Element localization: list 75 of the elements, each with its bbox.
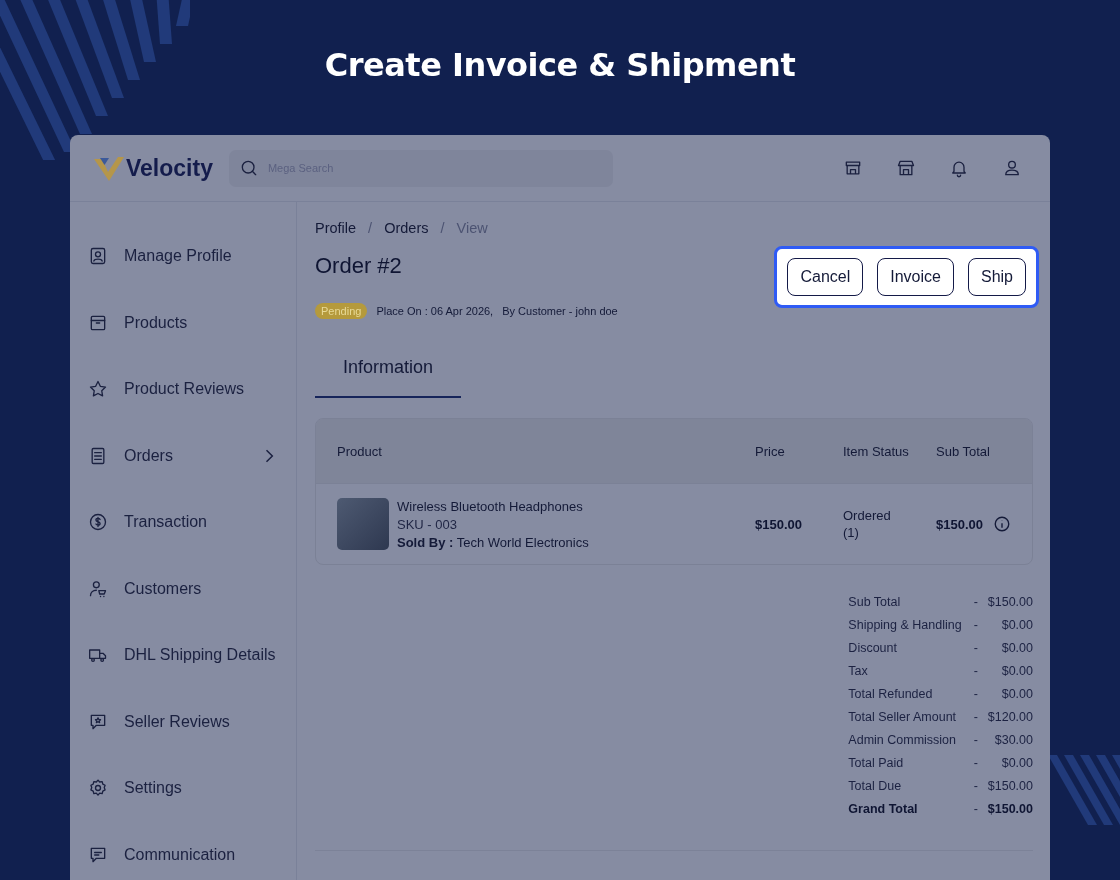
total-label: Discount bbox=[848, 641, 898, 655]
user-cart-icon bbox=[88, 578, 108, 599]
sidebar-item[interactable]: Settings bbox=[70, 755, 296, 822]
total-dash: - bbox=[973, 779, 978, 793]
settings-icon bbox=[88, 778, 108, 799]
total-value: $0.00 bbox=[1000, 641, 1033, 655]
column-header: Item Status bbox=[843, 442, 910, 460]
star-icon bbox=[88, 379, 108, 400]
total-value: $150.00 bbox=[987, 595, 1033, 609]
photo-placeholder bbox=[337, 498, 389, 550]
action-button[interactable]: Invoice bbox=[877, 258, 954, 296]
total-dash: - bbox=[973, 664, 978, 678]
total-value: $150.00 bbox=[987, 779, 1033, 793]
total-label: Grand Total bbox=[848, 802, 919, 816]
tab[interactable]: Information bbox=[315, 345, 462, 398]
total-value: $150.00 bbox=[987, 802, 1033, 816]
total-value: $0.00 bbox=[1000, 664, 1033, 678]
status-badge: Pending bbox=[315, 303, 368, 319]
total-label: Total Paid bbox=[848, 756, 905, 770]
total-label: Admin Commission bbox=[848, 733, 958, 747]
total-dash: - bbox=[973, 618, 978, 632]
total-label: Shipping & Handling bbox=[848, 618, 963, 632]
total-label: Tax bbox=[848, 664, 869, 678]
breadcrumb-link[interactable]: Orders bbox=[384, 220, 429, 236]
total-value: $120.00 bbox=[987, 710, 1033, 724]
sidebar-item[interactable]: Orders bbox=[70, 422, 296, 489]
sidebar-item[interactable]: Manage Profile bbox=[70, 223, 296, 290]
user-card-icon bbox=[88, 246, 108, 267]
user-icon bbox=[1002, 158, 1022, 178]
placed-date: Place On : 06 Apr 2026, bbox=[376, 305, 494, 317]
page-title: Create Invoice & Shipment bbox=[324, 46, 796, 84]
total-value: $0.00 bbox=[1000, 687, 1033, 701]
total-value: $0.00 bbox=[1000, 618, 1033, 632]
sidebar-item[interactable]: Customers bbox=[70, 555, 296, 622]
total-label: Total Refunded bbox=[848, 687, 934, 701]
breadcrumb-separator: / bbox=[440, 220, 445, 236]
logo-text: Velocity bbox=[126, 154, 213, 182]
total-label: Total Due bbox=[848, 779, 903, 793]
breadcrumb-separator: / bbox=[368, 220, 373, 236]
total-dash: - bbox=[973, 756, 978, 770]
seller-name: Sold By : Tech World Electronics bbox=[397, 534, 589, 550]
action-button[interactable]: Ship bbox=[967, 258, 1026, 296]
price-cell-text: $150.00 bbox=[755, 516, 803, 532]
shop-icon bbox=[896, 158, 916, 178]
product-name: Wireless Bluetooth Headphones bbox=[397, 498, 584, 514]
dollar-coin-icon bbox=[88, 512, 108, 533]
column-header: Product bbox=[337, 442, 383, 460]
total-value: $0.00 bbox=[1000, 756, 1033, 770]
total-label: Total Seller Amount bbox=[848, 710, 958, 724]
sidebar-item[interactable]: Seller Reviews bbox=[70, 688, 296, 755]
logo-icon bbox=[94, 155, 124, 181]
total-value: $30.00 bbox=[993, 733, 1033, 747]
subtotal-cell: $150.00 bbox=[936, 516, 983, 532]
column-header: Price bbox=[755, 442, 786, 460]
total-dash: - bbox=[973, 710, 978, 724]
sidebar-item[interactable]: Communication bbox=[70, 821, 296, 880]
order-title: Order #2 bbox=[315, 253, 403, 279]
stripe-pattern bbox=[1048, 755, 1120, 825]
sidebar-item[interactable]: Transaction bbox=[70, 489, 296, 556]
breadcrumb-link[interactable]: Profile bbox=[315, 220, 357, 236]
column-header: Sub Total bbox=[936, 442, 991, 460]
item-status-cell-text: Ordered (1) bbox=[843, 507, 892, 541]
sidebar-item[interactable]: Product Reviews bbox=[70, 356, 296, 423]
total-dash: - bbox=[973, 733, 978, 747]
info-icon[interactable] bbox=[993, 515, 1011, 533]
total-dash: - bbox=[973, 641, 978, 655]
total-label: Sub Total bbox=[848, 595, 902, 609]
product-sku: SKU - 003 bbox=[397, 516, 458, 532]
total-dash: - bbox=[973, 687, 978, 701]
total-dash: - bbox=[973, 595, 978, 609]
action-button[interactable]: Cancel bbox=[787, 258, 864, 296]
total-dash: - bbox=[973, 802, 978, 816]
sidebar-item[interactable]: Products bbox=[70, 289, 296, 356]
sidebar-item[interactable]: DHL Shipping Details bbox=[70, 622, 296, 689]
customer-name: By Customer - john doe bbox=[502, 305, 618, 317]
